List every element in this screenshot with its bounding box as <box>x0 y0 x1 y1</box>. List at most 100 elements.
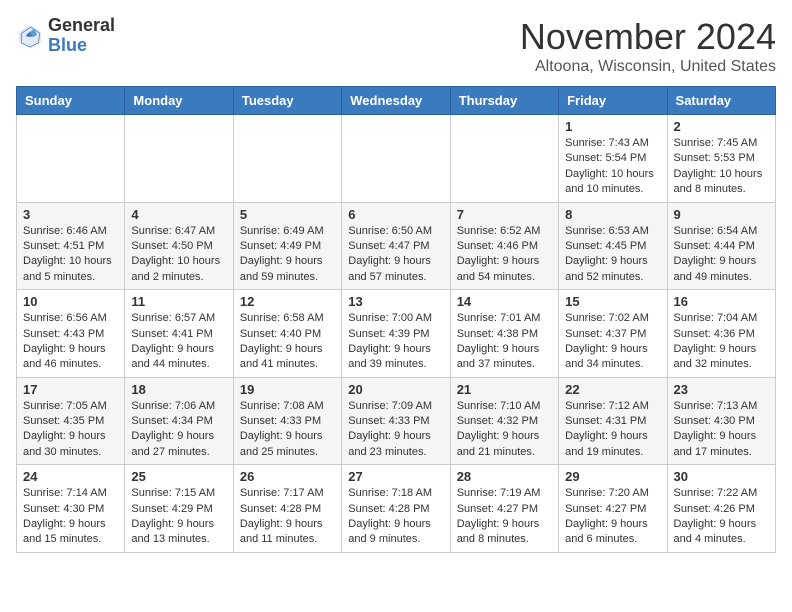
day-info: Sunrise: 7:13 AM Sunset: 4:30 PM Dayligh… <box>674 399 769 461</box>
day-info: Sunrise: 7:14 AM Sunset: 4:30 PM Dayligh… <box>23 486 118 548</box>
calendar-cell: 14 Sunrise: 7:01 AM Sunset: 4:38 PM Dayli… <box>450 290 558 378</box>
calendar-cell <box>125 115 233 203</box>
calendar-cell: 9 Sunrise: 6:54 AM Sunset: 4:44 PM Daylig… <box>667 202 775 290</box>
calendar-week-row: 24 Sunrise: 7:14 AM Sunset: 4:30 PM Dayli… <box>17 465 776 553</box>
day-number: 2 <box>674 119 769 134</box>
day-info: Sunrise: 7:05 AM Sunset: 4:35 PM Dayligh… <box>23 399 118 461</box>
day-info: Sunrise: 6:52 AM Sunset: 4:46 PM Dayligh… <box>457 224 552 286</box>
calendar-cell: 29 Sunrise: 7:20 AM Sunset: 4:27 PM Dayli… <box>559 465 667 553</box>
calendar-header-row: SundayMondayTuesdayWednesdayThursdayFrid… <box>17 87 776 115</box>
day-number: 19 <box>240 382 335 397</box>
day-info: Sunrise: 6:46 AM Sunset: 4:51 PM Dayligh… <box>23 224 118 286</box>
day-number: 9 <box>674 207 769 222</box>
calendar-day-header: Wednesday <box>342 87 450 115</box>
day-info: Sunrise: 7:20 AM Sunset: 4:27 PM Dayligh… <box>565 486 660 548</box>
day-number: 27 <box>348 469 443 484</box>
calendar-cell: 28 Sunrise: 7:19 AM Sunset: 4:27 PM Dayli… <box>450 465 558 553</box>
calendar-cell: 24 Sunrise: 7:14 AM Sunset: 4:30 PM Dayli… <box>17 465 125 553</box>
day-number: 29 <box>565 469 660 484</box>
calendar-day-header: Monday <box>125 87 233 115</box>
logo-icon <box>16 22 44 50</box>
day-info: Sunrise: 7:18 AM Sunset: 4:28 PM Dayligh… <box>348 486 443 548</box>
day-number: 20 <box>348 382 443 397</box>
calendar-week-row: 17 Sunrise: 7:05 AM Sunset: 4:35 PM Dayli… <box>17 377 776 465</box>
calendar-cell <box>450 115 558 203</box>
day-info: Sunrise: 7:09 AM Sunset: 4:33 PM Dayligh… <box>348 399 443 461</box>
calendar-week-row: 1 Sunrise: 7:43 AM Sunset: 5:54 PM Daylig… <box>17 115 776 203</box>
calendar-cell: 23Sunrise: 7:13 AM Sunset: 4:30 PM Dayli… <box>667 377 775 465</box>
calendar-cell <box>342 115 450 203</box>
day-number: 15 <box>565 294 660 309</box>
day-info: Sunrise: 7:19 AM Sunset: 4:27 PM Dayligh… <box>457 486 552 548</box>
day-number: 22 <box>565 382 660 397</box>
day-number: 4 <box>131 207 226 222</box>
day-number: 16 <box>674 294 769 309</box>
calendar-cell: 7 Sunrise: 6:52 AM Sunset: 4:46 PM Daylig… <box>450 202 558 290</box>
day-info: Sunrise: 7:06 AM Sunset: 4:34 PM Dayligh… <box>131 399 226 461</box>
calendar-table: SundayMondayTuesdayWednesdayThursdayFrid… <box>16 86 776 553</box>
day-info: Sunrise: 6:54 AM Sunset: 4:44 PM Dayligh… <box>674 224 769 286</box>
day-number: 12 <box>240 294 335 309</box>
day-info: Sunrise: 6:49 AM Sunset: 4:49 PM Dayligh… <box>240 224 335 286</box>
calendar-cell: 2 Sunrise: 7:45 AM Sunset: 5:53 PM Daylig… <box>667 115 775 203</box>
calendar-cell: 3 Sunrise: 6:46 AM Sunset: 4:51 PM Daylig… <box>17 202 125 290</box>
logo-general-text: General <box>48 15 115 35</box>
calendar-cell: 20 Sunrise: 7:09 AM Sunset: 4:33 PM Dayli… <box>342 377 450 465</box>
day-info: Sunrise: 6:58 AM Sunset: 4:40 PM Dayligh… <box>240 311 335 373</box>
calendar-cell: 26 Sunrise: 7:17 AM Sunset: 4:28 PM Dayli… <box>233 465 341 553</box>
page-header: General Blue November 2024 Altoona, Wisc… <box>16 16 776 76</box>
calendar-cell: 27 Sunrise: 7:18 AM Sunset: 4:28 PM Dayli… <box>342 465 450 553</box>
calendar-cell: 30 Sunrise: 7:22 AM Sunset: 4:26 PM Dayli… <box>667 465 775 553</box>
day-number: 10 <box>23 294 118 309</box>
day-info: Sunrise: 7:01 AM Sunset: 4:38 PM Dayligh… <box>457 311 552 373</box>
day-number: 3 <box>23 207 118 222</box>
calendar-cell: 5Sunrise: 6:49 AM Sunset: 4:49 PM Daylig… <box>233 202 341 290</box>
logo: General Blue <box>16 16 115 56</box>
calendar-cell: 11 Sunrise: 6:57 AM Sunset: 4:41 PM Dayli… <box>125 290 233 378</box>
day-info: Sunrise: 6:56 AM Sunset: 4:43 PM Dayligh… <box>23 311 118 373</box>
day-info: Sunrise: 6:47 AM Sunset: 4:50 PM Dayligh… <box>131 224 226 286</box>
day-info: Sunrise: 7:08 AM Sunset: 4:33 PM Dayligh… <box>240 399 335 461</box>
calendar-cell: 21Sunrise: 7:10 AM Sunset: 4:32 PM Dayli… <box>450 377 558 465</box>
day-info: Sunrise: 7:17 AM Sunset: 4:28 PM Dayligh… <box>240 486 335 548</box>
day-number: 28 <box>457 469 552 484</box>
day-number: 14 <box>457 294 552 309</box>
day-info: Sunrise: 7:45 AM Sunset: 5:53 PM Dayligh… <box>674 136 769 198</box>
calendar-cell: 19 Sunrise: 7:08 AM Sunset: 4:33 PM Dayli… <box>233 377 341 465</box>
calendar-day-header: Sunday <box>17 87 125 115</box>
day-info: Sunrise: 7:00 AM Sunset: 4:39 PM Dayligh… <box>348 311 443 373</box>
day-number: 8 <box>565 207 660 222</box>
calendar-cell: 25 Sunrise: 7:15 AM Sunset: 4:29 PM Dayli… <box>125 465 233 553</box>
calendar-week-row: 10 Sunrise: 6:56 AM Sunset: 4:43 PM Dayli… <box>17 290 776 378</box>
calendar-cell: 8 Sunrise: 6:53 AM Sunset: 4:45 PM Daylig… <box>559 202 667 290</box>
calendar-cell: 4 Sunrise: 6:47 AM Sunset: 4:50 PM Daylig… <box>125 202 233 290</box>
calendar-cell: 10 Sunrise: 6:56 AM Sunset: 4:43 PM Dayli… <box>17 290 125 378</box>
calendar-cell: 6Sunrise: 6:50 AM Sunset: 4:47 PM Daylig… <box>342 202 450 290</box>
day-info: Sunrise: 7:02 AM Sunset: 4:37 PM Dayligh… <box>565 311 660 373</box>
day-number: 6 <box>348 207 443 222</box>
day-number: 17 <box>23 382 118 397</box>
day-number: 7 <box>457 207 552 222</box>
day-number: 25 <box>131 469 226 484</box>
day-info: Sunrise: 6:53 AM Sunset: 4:45 PM Dayligh… <box>565 224 660 286</box>
day-number: 1 <box>565 119 660 134</box>
day-number: 21 <box>457 382 552 397</box>
day-info: Sunrise: 7:22 AM Sunset: 4:26 PM Dayligh… <box>674 486 769 548</box>
calendar-cell: 1 Sunrise: 7:43 AM Sunset: 5:54 PM Daylig… <box>559 115 667 203</box>
calendar-cell: 17 Sunrise: 7:05 AM Sunset: 4:35 PM Dayli… <box>17 377 125 465</box>
calendar-day-header: Friday <box>559 87 667 115</box>
day-number: 30 <box>674 469 769 484</box>
day-info: Sunrise: 6:57 AM Sunset: 4:41 PM Dayligh… <box>131 311 226 373</box>
day-info: Sunrise: 7:43 AM Sunset: 5:54 PM Dayligh… <box>565 136 660 198</box>
location: Altoona, Wisconsin, United States <box>520 58 776 76</box>
day-info: Sunrise: 7:15 AM Sunset: 4:29 PM Dayligh… <box>131 486 226 548</box>
day-number: 26 <box>240 469 335 484</box>
calendar-cell: 13 Sunrise: 7:00 AM Sunset: 4:39 PM Dayli… <box>342 290 450 378</box>
calendar-cell: 12 Sunrise: 6:58 AM Sunset: 4:40 PM Dayli… <box>233 290 341 378</box>
day-number: 13 <box>348 294 443 309</box>
day-number: 24 <box>23 469 118 484</box>
day-number: 11 <box>131 294 226 309</box>
day-number: 18 <box>131 382 226 397</box>
day-info: Sunrise: 7:12 AM Sunset: 4:31 PM Dayligh… <box>565 399 660 461</box>
calendar-cell: 18 Sunrise: 7:06 AM Sunset: 4:34 PM Dayli… <box>125 377 233 465</box>
